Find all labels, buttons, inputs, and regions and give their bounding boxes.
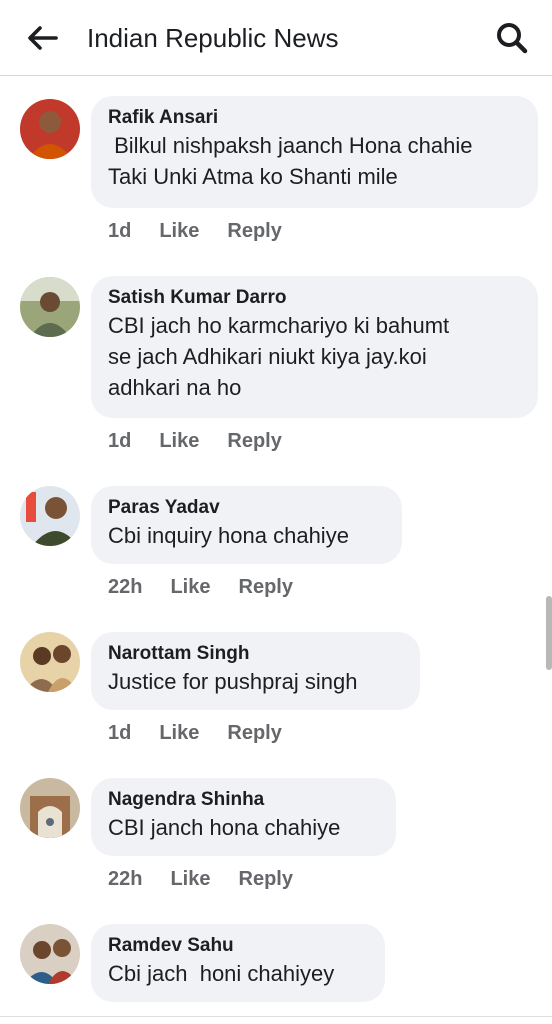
comment-author[interactable]: Satish Kumar Darro [108, 286, 520, 310]
comment-time: 1d [108, 722, 132, 744]
avatar[interactable] [20, 99, 80, 159]
like-button[interactable]: Like [159, 218, 199, 244]
page-title: Indian Republic News [87, 23, 339, 53]
comment-bubble: Ramdev Sahu Cbi jach honi chahiyey [91, 924, 385, 1002]
arrow-left-icon[interactable] [26, 22, 60, 54]
comment-text: Bilkul nishpaksh jaanch Hona chahie Taki… [108, 133, 473, 189]
comment-author[interactable]: Rafik Ansari [108, 106, 520, 130]
comment-actions: 22h Like Reply [108, 574, 293, 600]
top-bar: Indian Republic News [0, 0, 552, 76]
comment-bubble: Satish Kumar Darro CBI jach ho karmchari… [91, 276, 538, 418]
avatar[interactable] [20, 924, 80, 984]
reply-button[interactable]: Reply [227, 218, 281, 244]
reply-button[interactable]: Reply [227, 720, 281, 746]
comment-bubble: Nagendra Shinha CBI janch hona chahiye [91, 778, 396, 856]
avatar[interactable] [20, 632, 80, 692]
like-button[interactable]: Like [159, 428, 199, 454]
search-icon[interactable] [494, 20, 530, 56]
reply-button[interactable]: Reply [227, 428, 281, 454]
reply-button[interactable]: Reply [239, 574, 293, 600]
avatar[interactable] [20, 486, 80, 546]
like-button[interactable]: Like [170, 866, 210, 892]
divider [0, 1016, 552, 1017]
comment-author[interactable]: Narottam Singh [108, 642, 402, 666]
comment-text: CBI janch hona chahiye [108, 815, 341, 840]
avatar[interactable] [20, 778, 80, 838]
comment-text: CBI jach ho karmchariyo ki bahumt se jac… [108, 313, 450, 400]
comment-actions: 1d Like Reply [108, 428, 282, 454]
comment-time: 22h [108, 576, 143, 598]
comment-bubble: Paras Yadav Cbi inquiry hona chahiye [91, 486, 402, 564]
comment-text: Cbi jach honi chahiyey [108, 961, 335, 986]
reply-button[interactable]: Reply [239, 866, 293, 892]
avatar[interactable] [20, 277, 80, 337]
comment-actions: 1d Like Reply [108, 218, 282, 244]
comment-text: Justice for pushpraj singh [108, 669, 358, 694]
comment-author[interactable]: Paras Yadav [108, 496, 384, 520]
comment-author[interactable]: Nagendra Shinha [108, 788, 378, 812]
comment-actions: 22h Like Reply [108, 866, 293, 892]
comment-time: 1d [108, 430, 132, 452]
like-button[interactable]: Like [170, 574, 210, 600]
comment-bubble: Narottam Singh Justice for pushpraj sing… [91, 632, 420, 710]
comment-actions: 1d Like Reply [108, 720, 282, 746]
scrollbar[interactable] [546, 596, 552, 670]
comment-text: Cbi inquiry hona chahiye [108, 523, 349, 548]
comment-time: 22h [108, 868, 143, 890]
comment-bubble: Rafik Ansari Bilkul nishpaksh jaanch Hon… [91, 96, 538, 208]
like-button[interactable]: Like [159, 720, 199, 746]
comment-author[interactable]: Ramdev Sahu [108, 934, 367, 958]
comment-time: 1d [108, 220, 132, 242]
